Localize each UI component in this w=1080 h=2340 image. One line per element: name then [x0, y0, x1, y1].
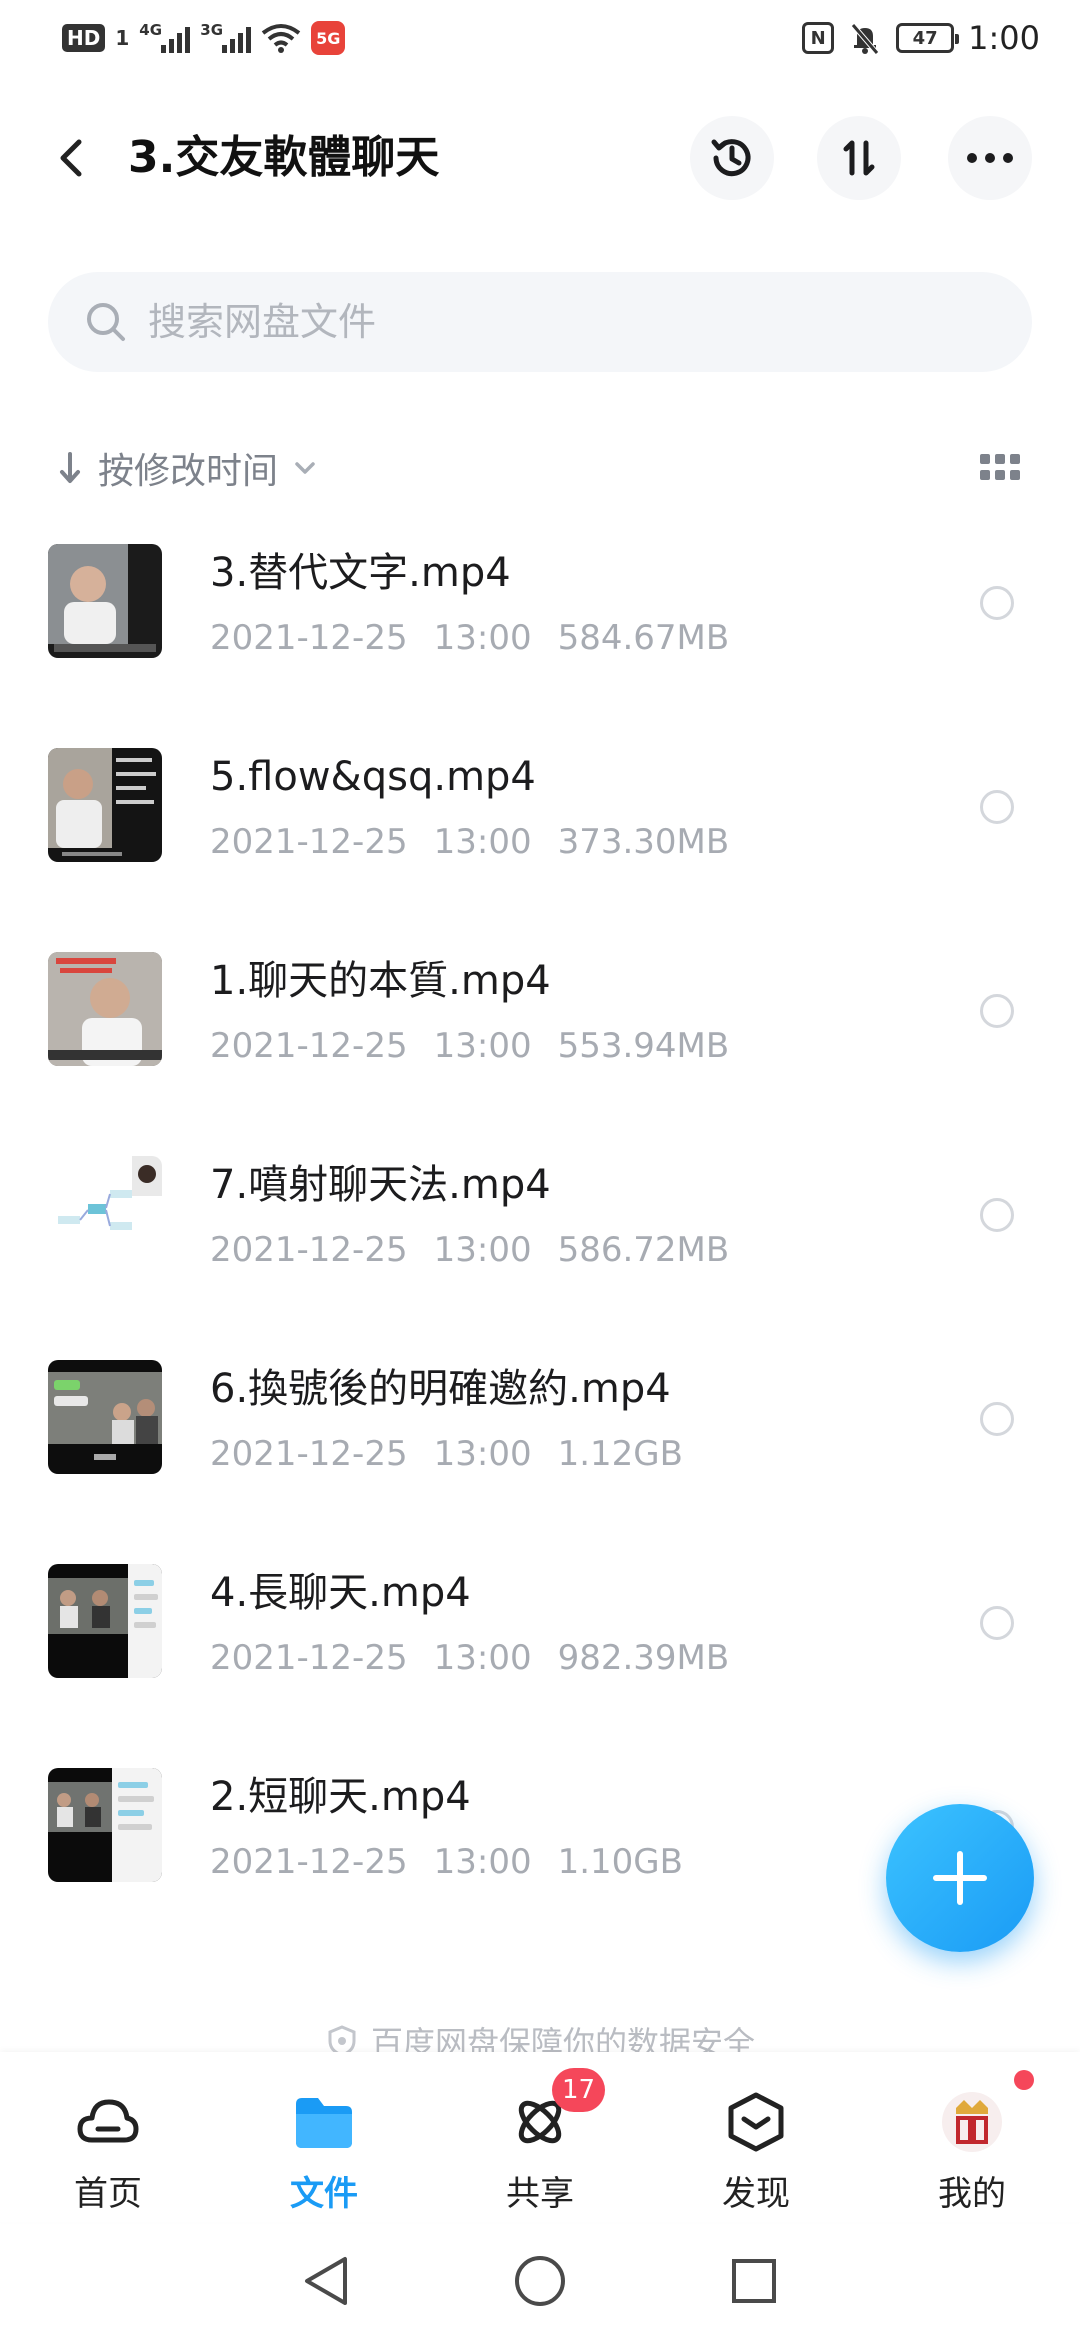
wifi-icon — [262, 24, 301, 53]
sort-button[interactable]: 按修改时间 — [56, 430, 318, 506]
signal-strength-icon-2: 3G — [200, 21, 252, 53]
grid-view-icon — [980, 454, 1020, 480]
file-name: 1.聊天的本質.mp4 — [210, 958, 551, 1004]
file-item[interactable]: 4.長聊天.mp4 2021-12-25 13:00 982.39MB — [0, 1532, 1080, 1736]
file-meta: 2021-12-25 13:00 1.12GB — [210, 1434, 683, 1474]
transfer-button[interactable] — [817, 116, 901, 200]
nav-recents-button[interactable] — [722, 2249, 786, 2313]
file-meta: 2021-12-25 13:00 553.94MB — [210, 1026, 730, 1066]
file-meta: 2021-12-25 13:00 373.30MB — [210, 822, 730, 862]
tab-files[interactable]: 文件 — [216, 2052, 432, 2222]
video-thumbnail — [48, 1768, 162, 1882]
file-meta: 2021-12-25 13:00 584.67MB — [210, 618, 730, 658]
sort-row: 按修改时间 — [56, 430, 1024, 506]
file-item[interactable]: 6.換號後的明確邀約.mp4 2021-12-25 13:00 1.12GB — [0, 1328, 1080, 1532]
file-item[interactable]: 1.聊天的本質.mp4 2021-12-25 13:00 553.94MB — [0, 920, 1080, 1124]
search-icon — [87, 303, 125, 341]
file-name: 7.噴射聊天法.mp4 — [210, 1162, 551, 1208]
folder-icon — [292, 2090, 356, 2154]
tab-share[interactable]: 共享 17 — [432, 2052, 648, 2222]
nav-back-button[interactable] — [294, 2249, 358, 2313]
grid-view-button[interactable] — [976, 444, 1024, 492]
file-name: 4.長聊天.mp4 — [210, 1570, 471, 1616]
hd-indicator: HD — [62, 24, 106, 52]
file-meta: 2021-12-25 13:00 586.72MB — [210, 1230, 730, 1270]
file-meta: 2021-12-25 13:00 1.10GB — [210, 1842, 683, 1882]
system-navigation-bar — [0, 2222, 1080, 2340]
circle-home-icon — [515, 2256, 565, 2306]
tab-home[interactable]: 首页 — [0, 2052, 216, 2222]
avatar — [940, 2090, 1004, 2154]
file-meta: 2021-12-25 13:00 982.39MB — [210, 1638, 730, 1678]
mute-bell-icon — [851, 23, 880, 55]
file-item[interactable]: 7.噴射聊天法.mp4 2021-12-25 13:00 586.72MB — [0, 1124, 1080, 1328]
sort-label: 按修改时间 — [98, 451, 279, 492]
history-button[interactable] — [690, 116, 774, 200]
notification-dot — [1014, 2070, 1034, 2090]
nfc-icon: N — [802, 22, 835, 54]
discover-box-icon — [724, 2090, 788, 2154]
tab-discover[interactable]: 发现 — [648, 2052, 864, 2222]
signal-strength-icon: 4G — [139, 21, 191, 53]
sort-transfer-icon — [843, 140, 875, 176]
file-item[interactable]: 5.flow&qsq.mp4 2021-12-25 13:00 373.30MB — [0, 716, 1080, 920]
back-button[interactable] — [40, 126, 104, 190]
clock: 1:00 — [968, 19, 1040, 57]
select-checkbox[interactable] — [980, 1606, 1014, 1640]
notification-badge: 17 — [552, 2068, 606, 2112]
battery-icon: 47 — [896, 23, 960, 53]
select-checkbox[interactable] — [980, 1198, 1014, 1232]
cloud-icon — [76, 2090, 140, 2154]
page-title: 3.交友軟體聊天 — [128, 132, 440, 183]
video-thumbnail — [48, 544, 162, 658]
select-checkbox[interactable] — [980, 586, 1014, 620]
square-recents-icon — [732, 2259, 776, 2303]
app-notification-icon: 5G — [311, 21, 346, 55]
video-thumbnail — [48, 952, 162, 1066]
file-name: 6.換號後的明確邀約.mp4 — [210, 1366, 671, 1412]
sim-indicator: 1 — [115, 26, 130, 50]
plus-icon — [933, 1851, 987, 1905]
chevron-down-icon — [295, 462, 315, 474]
nav-home-button[interactable] — [508, 2249, 572, 2313]
file-name: 5.flow&qsq.mp4 — [210, 754, 536, 800]
video-thumbnail — [48, 1156, 162, 1270]
header: 3.交友軟體聊天 — [0, 100, 1080, 216]
tab-me[interactable]: 我的 — [864, 2052, 1080, 2222]
more-dots-icon — [967, 153, 1013, 163]
video-thumbnail — [48, 1564, 162, 1678]
search-input[interactable] — [148, 300, 968, 344]
more-button[interactable] — [948, 116, 1032, 200]
status-bar: HD 1 4G 3G 5G N 47 1:00 — [0, 0, 1080, 78]
select-checkbox[interactable] — [980, 994, 1014, 1028]
select-checkbox[interactable] — [980, 1402, 1014, 1436]
video-thumbnail — [48, 1360, 162, 1474]
video-thumbnail — [48, 748, 162, 862]
add-button[interactable] — [886, 1804, 1034, 1952]
search-bar[interactable] — [48, 272, 1032, 372]
triangle-back-icon — [305, 2257, 347, 2305]
arrow-down-icon — [60, 452, 80, 483]
file-name: 2.短聊天.mp4 — [210, 1774, 471, 1820]
history-icon — [711, 139, 751, 177]
select-checkbox[interactable] — [980, 790, 1014, 824]
file-name: 3.替代文字.mp4 — [210, 550, 511, 596]
file-list: 3.替代文字.mp4 2021-12-25 13:00 584.67MB 5.flo… — [0, 512, 1080, 1940]
chevron-left-icon — [60, 139, 82, 177]
file-item[interactable]: 3.替代文字.mp4 2021-12-25 13:00 584.67MB — [0, 512, 1080, 716]
bottom-tab-bar: 首页 文件 共享 17 发现 我的 — [0, 2052, 1080, 2222]
